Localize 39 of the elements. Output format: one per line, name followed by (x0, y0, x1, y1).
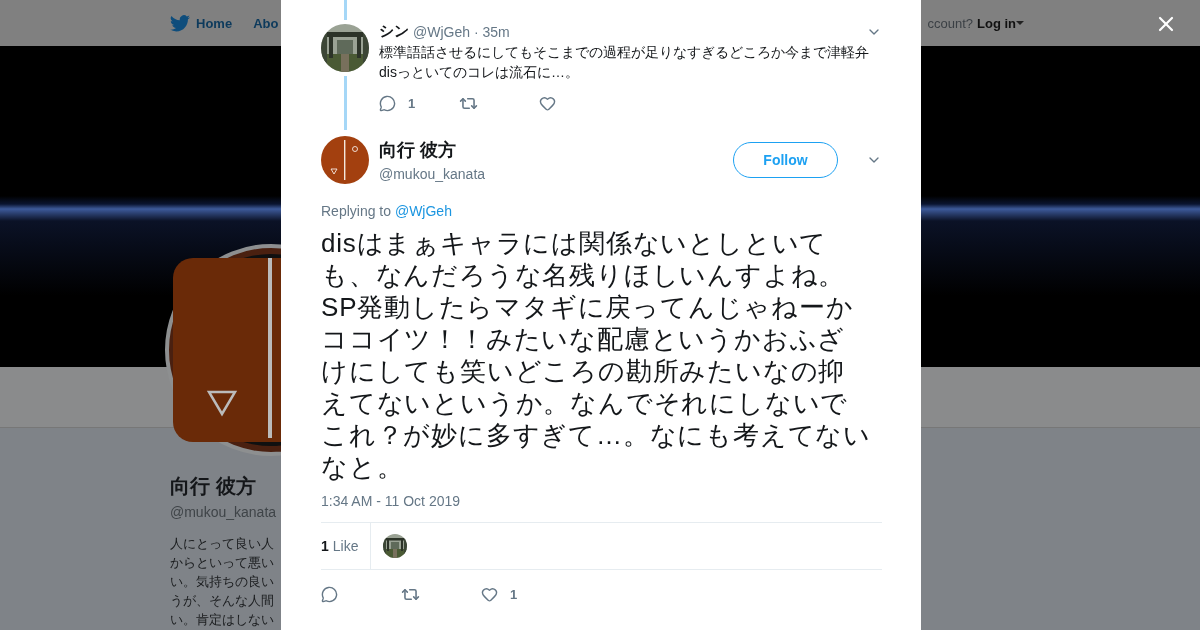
tweet-text-line: も、なんだろうな名残りほしいんすよね。 (321, 259, 846, 291)
action-count: 1 (408, 95, 416, 111)
author-handle: @mukou_kanata (379, 166, 486, 182)
profile-handle: @mukou_kanata (170, 504, 277, 520)
replying-to-text: Replying to @WjGeh (321, 203, 453, 219)
account-prompt: ccount? (927, 15, 973, 31)
login-link[interactable]: Log in (977, 15, 1016, 31)
tweet-text-line: なと。 (321, 451, 404, 483)
reply-icon[interactable] (321, 585, 338, 603)
bird-icon (170, 14, 190, 32)
bio-line: い。気持ちの良い (170, 573, 274, 591)
tweet-text-line: disはまぁキャラには関係ないとしといて (321, 227, 828, 259)
tweet-text-line: えてないというか。なんでそれにしないで (321, 387, 849, 419)
caret-icon (1016, 21, 1024, 25)
about-link[interactable]: Abo (253, 15, 279, 31)
home-link[interactable]: Home (170, 14, 233, 32)
reply-icon[interactable] (379, 94, 396, 112)
bio-line: い。肯定はしない (170, 611, 274, 629)
bio-line: からといって悪い (170, 554, 274, 572)
bio-line: うが、そんな人間 (170, 592, 274, 610)
tweet-time: · 35m (474, 23, 510, 40)
author-handle: @WjGeh (413, 23, 470, 40)
follow-button[interactable]: Follow (733, 142, 838, 178)
tweet-text-line: けにしても笑いどころの勘所みたいなの抑 (321, 355, 846, 387)
tweet-text-line: SP発動したらマタギに戻ってんじゃねーか (321, 291, 854, 323)
action-count: 1 (510, 586, 518, 602)
like-icon[interactable] (539, 94, 556, 112)
tweet-timestamp: 1:34 AM - 11 Oct 2019 (321, 493, 462, 509)
tweet-text-line: ココイツ！！みたいな配慮というかおふざ (321, 323, 846, 355)
author-name: 向行 彼方 (379, 139, 457, 162)
tweet-text-line: これ？が妙に多すぎて…。なにも考えてない (321, 419, 871, 451)
avatar-drawing (321, 136, 369, 184)
like-icon[interactable] (481, 585, 498, 603)
profile-name: 向行 彼方 (170, 474, 256, 499)
likes-count[interactable]: 1 Like (321, 523, 372, 569)
bio-line: 人にとって良い人 (170, 535, 274, 553)
reply-text: 標準語話させるにしてもそこまでの過程が足りなすぎるどころか今まで津軽弁disっといてのコレは流石に…。 (379, 43, 870, 82)
mention-link[interactable]: @WjGeh (394, 203, 452, 219)
author-name: シン (379, 22, 409, 41)
